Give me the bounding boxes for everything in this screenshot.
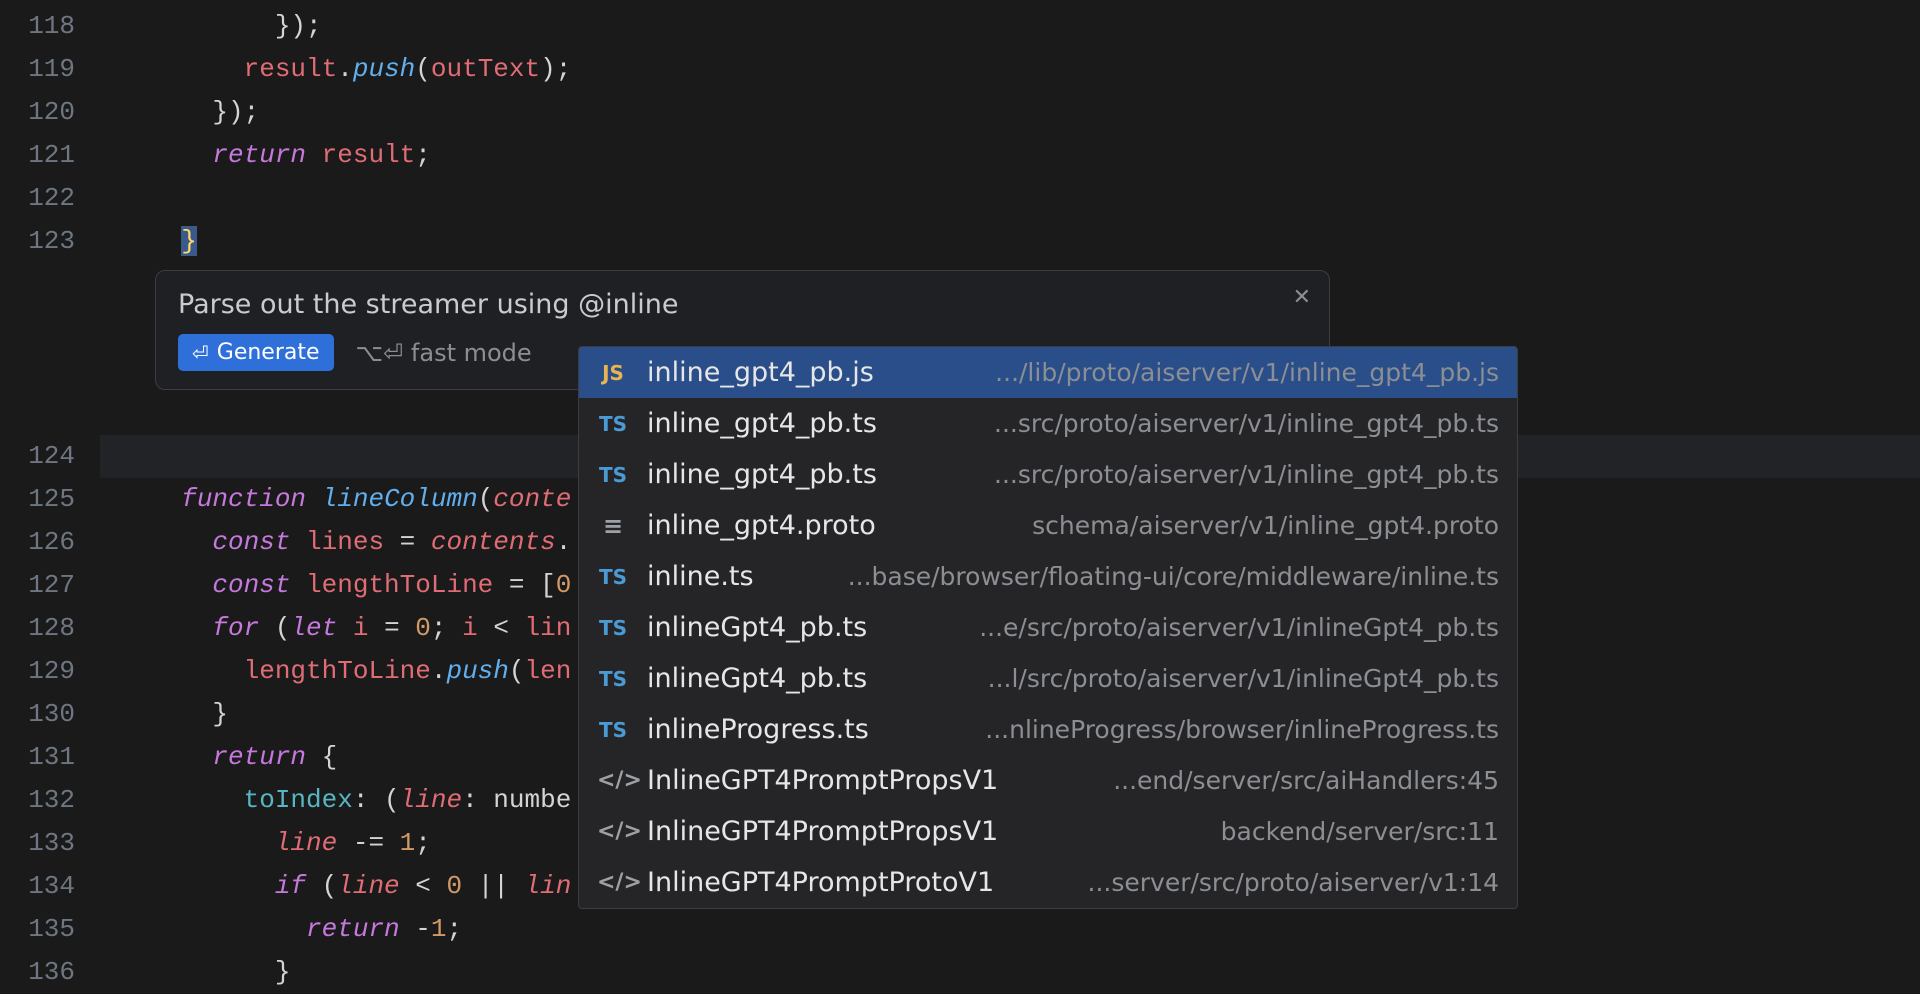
line-number: 126	[0, 521, 75, 564]
ts-file-icon: TS	[597, 718, 629, 742]
generate-button-label: Generate	[217, 340, 320, 365]
line-number: 122	[0, 177, 75, 220]
suggest-item[interactable]: ≡ inline_gpt4.proto schema/aiserver/v1/inl…	[579, 500, 1517, 551]
suggest-item-path: ...nlineProgress/browser/inlineProgress.…	[985, 715, 1499, 744]
suggest-item-path: backend/server/src:11	[1221, 817, 1499, 846]
js-file-icon: JS	[597, 361, 629, 385]
code-line[interactable]: }	[100, 220, 1920, 263]
suggest-item-path: .../lib/proto/aiserver/v1/inline_gpt4_pb…	[995, 358, 1499, 387]
suggest-item[interactable]: TS inline_gpt4_pb.ts ...src/proto/aiserver…	[579, 449, 1517, 500]
suggest-item[interactable]: TS inline_gpt4_pb.ts ...src/proto/aiserver…	[579, 398, 1517, 449]
line-number: 127	[0, 564, 75, 607]
suggest-item-path: ...server/src/proto/aiserver/v1:14	[1088, 868, 1500, 897]
code-line[interactable]: }	[100, 951, 1920, 994]
file-suggest-popup: JS inline_gpt4_pb.js .../lib/proto/aiserve…	[578, 346, 1518, 909]
line-number: 132	[0, 779, 75, 822]
ts-file-icon: TS	[597, 412, 629, 436]
suggest-item-name: InlineGPT4PromptProtoV1	[647, 867, 994, 898]
symbol-file-icon: </>	[597, 870, 629, 895]
line-number: 128	[0, 607, 75, 650]
line-number: 124	[0, 435, 75, 478]
line-number: 120	[0, 91, 75, 134]
code-line[interactable]: });	[100, 5, 1920, 48]
suggest-item-name: inline_gpt4.proto	[647, 510, 876, 541]
ts-file-icon: TS	[597, 616, 629, 640]
suggest-item[interactable]: </> InlineGPT4PromptPropsV1 ...end/server/…	[579, 755, 1517, 806]
enter-icon: ⏎	[192, 341, 209, 365]
ai-prompt-input[interactable]: Parse out the streamer using @inline	[178, 289, 1307, 320]
suggest-item[interactable]: TS inlineGpt4_pb.ts ...e/src/proto/aiserve…	[579, 602, 1517, 653]
line-number: 121	[0, 134, 75, 177]
code-line[interactable]: return result;	[100, 134, 1920, 177]
fast-mode-hint: ⌥⏎ fast mode	[356, 339, 532, 367]
line-number: 123	[0, 220, 75, 263]
suggest-item[interactable]: </> InlineGPT4PromptPropsV1 backend/server…	[579, 806, 1517, 857]
suggest-item-name: inlineGpt4_pb.ts	[647, 612, 867, 643]
suggest-item-name: InlineGPT4PromptPropsV1	[647, 816, 998, 847]
line-number: 129	[0, 650, 75, 693]
proto-file-icon: ≡	[597, 512, 629, 540]
suggest-item[interactable]: TS inlineGpt4_pb.ts ...l/src/proto/aiserve…	[579, 653, 1517, 704]
suggest-item-path: ...e/src/proto/aiserver/v1/inlineGpt4_pb…	[979, 613, 1499, 642]
suggest-item[interactable]: JS inline_gpt4_pb.js .../lib/proto/aiserve…	[579, 347, 1517, 398]
line-number: 130	[0, 693, 75, 736]
suggest-item[interactable]: TS inline.ts ...base/browser/floating-ui/c…	[579, 551, 1517, 602]
symbol-file-icon: </>	[597, 819, 629, 844]
suggest-item-path: ...src/proto/aiserver/v1/inline_gpt4_pb.…	[994, 460, 1499, 489]
ts-file-icon: TS	[597, 463, 629, 487]
ts-file-icon: TS	[597, 565, 629, 589]
line-number: 125	[0, 478, 75, 521]
suggest-item[interactable]: </> InlineGPT4PromptProtoV1 ...server/src/…	[579, 857, 1517, 908]
line-number: 119	[0, 48, 75, 91]
suggest-item-path: ...end/server/src/aiHandlers:45	[1113, 766, 1499, 795]
suggest-item-name: inline_gpt4_pb.ts	[647, 459, 877, 490]
line-number: 118	[0, 5, 75, 48]
code-line[interactable]: return -1;	[100, 908, 1920, 951]
line-number: 133	[0, 822, 75, 865]
suggest-item-name: InlineGPT4PromptPropsV1	[647, 765, 998, 796]
suggest-item-name: inlineProgress.ts	[647, 714, 869, 745]
suggest-item-path: schema/aiserver/v1/inline_gpt4.proto	[1032, 511, 1499, 540]
suggest-item-path: ...base/browser/floating-ui/core/middlew…	[848, 562, 1499, 591]
suggest-item-path: ...src/proto/aiserver/v1/inline_gpt4_pb.…	[994, 409, 1499, 438]
line-number: 134	[0, 865, 75, 908]
line-number: 136	[0, 951, 75, 994]
close-icon[interactable]: ✕	[1293, 285, 1311, 311]
code-line[interactable]: });	[100, 91, 1920, 134]
generate-button[interactable]: ⏎ Generate	[178, 334, 334, 371]
line-number: 135	[0, 908, 75, 951]
ts-file-icon: TS	[597, 667, 629, 691]
symbol-file-icon: </>	[597, 768, 629, 793]
suggest-item-path: ...l/src/proto/aiserver/v1/inlineGpt4_pb…	[988, 664, 1499, 693]
code-line[interactable]: result.push(outText);	[100, 48, 1920, 91]
suggest-item-name: inlineGpt4_pb.ts	[647, 663, 867, 694]
code-line[interactable]	[100, 177, 1920, 220]
suggest-item-name: inline_gpt4_pb.ts	[647, 408, 877, 439]
suggest-item[interactable]: TS inlineProgress.ts ...nlineProgress/brow…	[579, 704, 1517, 755]
line-gutter: 118119120121122123 124125126127128129130…	[0, 0, 100, 955]
suggest-item-name: inline.ts	[647, 561, 754, 592]
suggest-item-name: inline_gpt4_pb.js	[647, 357, 874, 388]
line-number: 131	[0, 736, 75, 779]
